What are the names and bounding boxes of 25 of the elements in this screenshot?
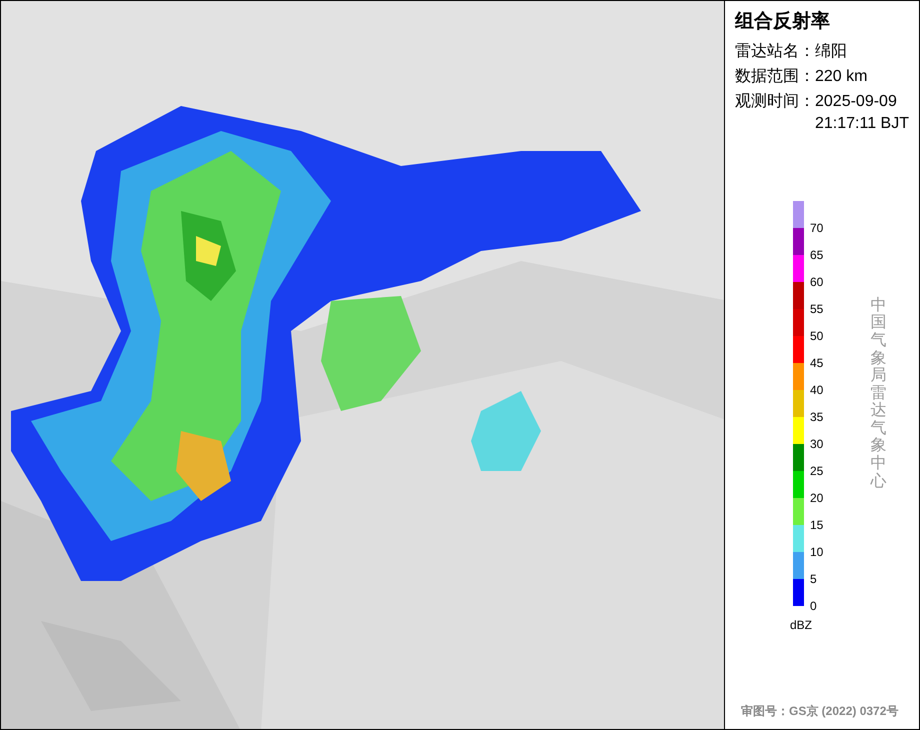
legend-label: 70 xyxy=(810,221,824,235)
legend-label: 60 xyxy=(810,275,824,289)
field-label: 观测时间： xyxy=(735,92,815,112)
legend-label: 45 xyxy=(810,356,824,370)
legend-label: 65 xyxy=(810,248,824,262)
legend-label: 20 xyxy=(810,491,824,505)
field-label: 雷达站名： xyxy=(735,42,815,62)
legend-label: 5 xyxy=(810,572,817,586)
legend-label: 25 xyxy=(810,464,824,478)
legend-label: 50 xyxy=(810,329,824,343)
unit-label: dBZ xyxy=(790,617,814,634)
legend-label: 15 xyxy=(810,518,824,532)
panel-title: 组合反射率 xyxy=(735,10,831,34)
approval-number: 审图号：GS京 (2022) 0372号 xyxy=(741,703,898,720)
legend-label: 30 xyxy=(810,437,824,451)
legend-label: 40 xyxy=(810,383,824,397)
field-value: 2025-09-09 21:17:11 BJT xyxy=(815,92,910,134)
field-value: 220 km xyxy=(815,67,868,87)
legend-label: 35 xyxy=(810,410,824,424)
field-label: 数据范围： xyxy=(735,66,815,87)
legend-label: 10 xyxy=(810,545,824,559)
legend-label: 0 xyxy=(810,599,817,613)
field-value: 绵阳 xyxy=(815,42,848,62)
legend-label: 55 xyxy=(810,302,824,316)
agency-label: 中国气象局雷达气象中心 xyxy=(870,296,886,490)
